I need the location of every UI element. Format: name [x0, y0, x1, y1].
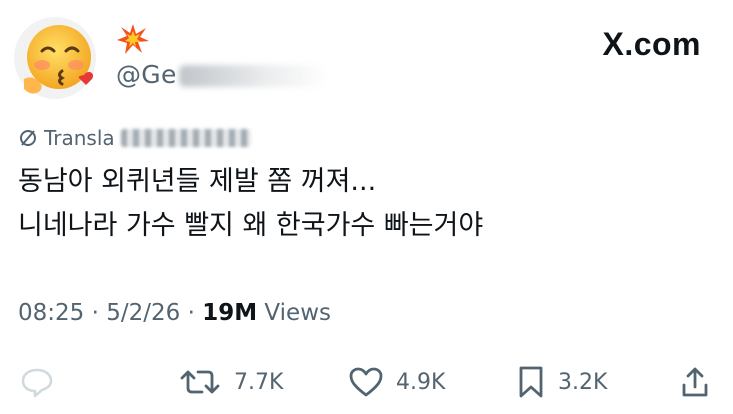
- views-count[interactable]: 19M: [202, 300, 257, 326]
- like-button[interactable]: 4.9K: [348, 360, 445, 404]
- tweet-time[interactable]: 08:25: [18, 300, 84, 326]
- tweet-meta: 08:25 · 5/2/26 · 19M Views: [18, 300, 331, 326]
- handle-redaction: [178, 65, 329, 87]
- tweet-line: 니네나라 가수 빨지 왜 한국가수 빠는거야: [18, 210, 484, 241]
- views-label: Views: [257, 300, 331, 326]
- translate-label: Transla: [44, 126, 115, 150]
- repost-count: 7.7K: [234, 369, 284, 395]
- meta-separator: ·: [84, 300, 107, 326]
- translate-redaction: [120, 129, 251, 147]
- meta-separator: ·: [180, 300, 203, 326]
- translate-link[interactable]: Transla: [18, 126, 251, 150]
- repost-icon: [180, 370, 220, 394]
- tweet-text: 동남아 외퀴년들 제발 쫌 꺼져... 니네나라 가수 빨지 왜 한국가수 빠는…: [18, 160, 708, 248]
- heart-icon: [349, 367, 383, 397]
- tweet-line: 동남아 외퀴년들 제발 쫌 꺼져...: [18, 166, 377, 197]
- face-blowing-kiss-icon: [24, 25, 94, 94]
- handle-text: @Ge: [116, 60, 177, 89]
- bookmark-button[interactable]: 3.2K: [516, 360, 607, 404]
- reply-icon: [21, 368, 53, 398]
- author-handle[interactable]: @Ge: [116, 60, 329, 89]
- bookmark-icon: [519, 366, 543, 398]
- tweet-card: @Ge X.com Transla 동남아 외퀴년들 제발 쫌 꺼져... 니네…: [0, 0, 733, 414]
- share-icon: [682, 367, 708, 397]
- x-brand-label: X.com: [602, 26, 701, 62]
- share-button[interactable]: [680, 360, 710, 404]
- bookmark-count: 3.2K: [558, 369, 608, 395]
- tweet-date[interactable]: 5/2/26: [106, 300, 180, 326]
- action-bar: 7.7K 4.9K 3.2K: [0, 360, 733, 404]
- repost-button[interactable]: 7.7K: [178, 360, 283, 404]
- reply-button[interactable]: [20, 360, 54, 404]
- translate-icon: [20, 130, 36, 146]
- like-count: 4.9K: [396, 369, 446, 395]
- avatar[interactable]: [14, 17, 96, 99]
- collision-icon: [117, 24, 149, 54]
